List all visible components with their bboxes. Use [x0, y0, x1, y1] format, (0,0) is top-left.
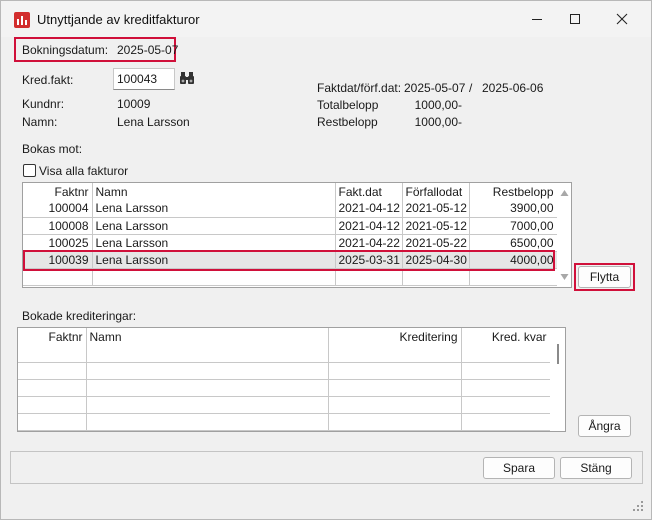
minimize-icon — [532, 19, 542, 20]
table-row[interactable]: 100008 Lena Larsson 2021-04-12 2021-05-1… — [23, 217, 558, 235]
bokningsdatum-label: Bokningsdatum: — [22, 43, 109, 57]
maximize-icon — [570, 14, 580, 24]
window-title: Utnyttjande av kreditfakturor — [37, 12, 200, 27]
flytta-button[interactable]: Flytta — [578, 266, 631, 288]
kredfakt-input[interactable]: 100043 — [113, 68, 175, 90]
cell-forfallodat: 2021-05-22 — [402, 234, 470, 252]
cell-restbelopp: 6500,00 — [469, 234, 558, 252]
close-icon — [616, 13, 628, 25]
col-kreditering[interactable]: Kreditering — [328, 328, 462, 345]
close-window-button[interactable] — [599, 1, 645, 37]
stang-button[interactable]: Stäng — [560, 457, 632, 479]
table-row[interactable]: 100025 Lena Larsson 2021-04-22 2021-05-2… — [23, 234, 558, 252]
maximize-button[interactable] — [552, 1, 598, 37]
col-forfallodat[interactable]: Förfallodat — [402, 183, 470, 200]
restbelopp-label: Restbelopp — [317, 115, 378, 129]
binoculars-icon — [180, 72, 194, 84]
totalbelopp-label: Totalbelopp — [317, 98, 379, 112]
dialog-window: Utnyttjande av kreditfakturor Bokningsda… — [0, 0, 652, 520]
col-faktdat[interactable]: Fakt.dat — [335, 183, 403, 200]
title-bar: Utnyttjande av kreditfakturor — [1, 1, 651, 37]
cell-forfallodat: 2021-05-12 — [402, 217, 470, 235]
faktdat-value: 2025-05-07 — [404, 81, 466, 95]
kredfakt-label: Kred.fakt: — [22, 73, 74, 87]
bokningsdatum-field[interactable]: 2025-05-07 — [117, 43, 178, 57]
table-row-empty — [18, 413, 551, 431]
cell-faktdat: 2021-04-12 — [335, 217, 403, 235]
col-kred-kvar[interactable]: Kred. kvar — [461, 328, 551, 345]
cell-restbelopp: 7000,00 — [469, 217, 558, 235]
cell-faktnr: 100008 — [23, 217, 93, 235]
faktdat-label: Faktdat/förf.dat: — [317, 81, 402, 95]
col-namn[interactable]: Namn — [86, 328, 329, 345]
cell-namn: Lena Larsson — [92, 217, 336, 235]
cell-restbelopp: 3900,00 — [469, 200, 558, 218]
kundnr-label: Kundnr: — [22, 97, 65, 111]
resize-grip-icon[interactable] — [633, 501, 645, 513]
invoice-grid: Faktnr Namn Fakt.dat Förfallodat Restbel… — [22, 182, 572, 288]
credits-grid-header: Faktnr Namn Kreditering Kred. kvar — [18, 328, 551, 345]
namn-value: Lena Larsson — [117, 115, 190, 129]
col-faktnr[interactable]: Faktnr — [23, 183, 93, 200]
namn-label: Namn: — [22, 115, 58, 129]
cell-forfallodat: 2021-05-12 — [402, 200, 470, 218]
bokade-krediteringar-label: Bokade krediteringar: — [22, 309, 137, 323]
scroll-arrows-icon — [560, 190, 569, 280]
table-row-empty — [18, 345, 551, 363]
scrollbar-thumb[interactable] — [557, 344, 559, 364]
search-binoculars-button[interactable] — [178, 69, 196, 87]
credits-grid: Faktnr Namn Kreditering Kred. kvar — [17, 327, 566, 432]
credits-grid-scrollbar[interactable] — [550, 328, 565, 431]
table-row-empty — [18, 396, 551, 414]
cell-faktnr: 100004 — [23, 200, 93, 218]
invoice-grid-scrollbar[interactable] — [557, 183, 571, 287]
totalbelopp-value: 1000,00- — [414, 98, 462, 112]
app-icon — [14, 12, 30, 28]
selected-row-highlight — [23, 250, 555, 271]
table-row[interactable]: 100004 Lena Larsson 2021-04-12 2021-05-1… — [23, 200, 558, 218]
grid-header: Faktnr Namn Fakt.dat Förfallodat Restbel… — [23, 183, 558, 200]
visa-alla-label[interactable]: Visa alla fakturor — [39, 164, 128, 178]
cell-faktdat: 2021-04-12 — [335, 200, 403, 218]
kredfakt-value: 100043 — [117, 72, 158, 86]
spara-button[interactable]: Spara — [483, 457, 555, 479]
col-namn[interactable]: Namn — [92, 183, 336, 200]
restbelopp-value: 1000,00- — [414, 115, 462, 129]
cell-namn: Lena Larsson — [92, 200, 336, 218]
table-row-empty — [18, 379, 551, 397]
cell-namn: Lena Larsson — [92, 234, 336, 252]
table-row-empty — [18, 362, 551, 380]
forfdat-value: 2025-06-06 — [482, 81, 544, 95]
date-separator: / — [469, 81, 473, 95]
col-faktnr[interactable]: Faktnr — [18, 328, 87, 345]
cell-faktdat: 2021-04-22 — [335, 234, 403, 252]
angra-button[interactable]: Ångra — [578, 415, 631, 437]
cell-faktnr: 100025 — [23, 234, 93, 252]
col-restbelopp[interactable]: Restbelopp — [469, 183, 558, 200]
kundnr-value: 10009 — [117, 97, 151, 111]
bokas-mot-label: Bokas mot: — [22, 142, 83, 156]
visa-alla-checkbox[interactable] — [23, 164, 36, 177]
